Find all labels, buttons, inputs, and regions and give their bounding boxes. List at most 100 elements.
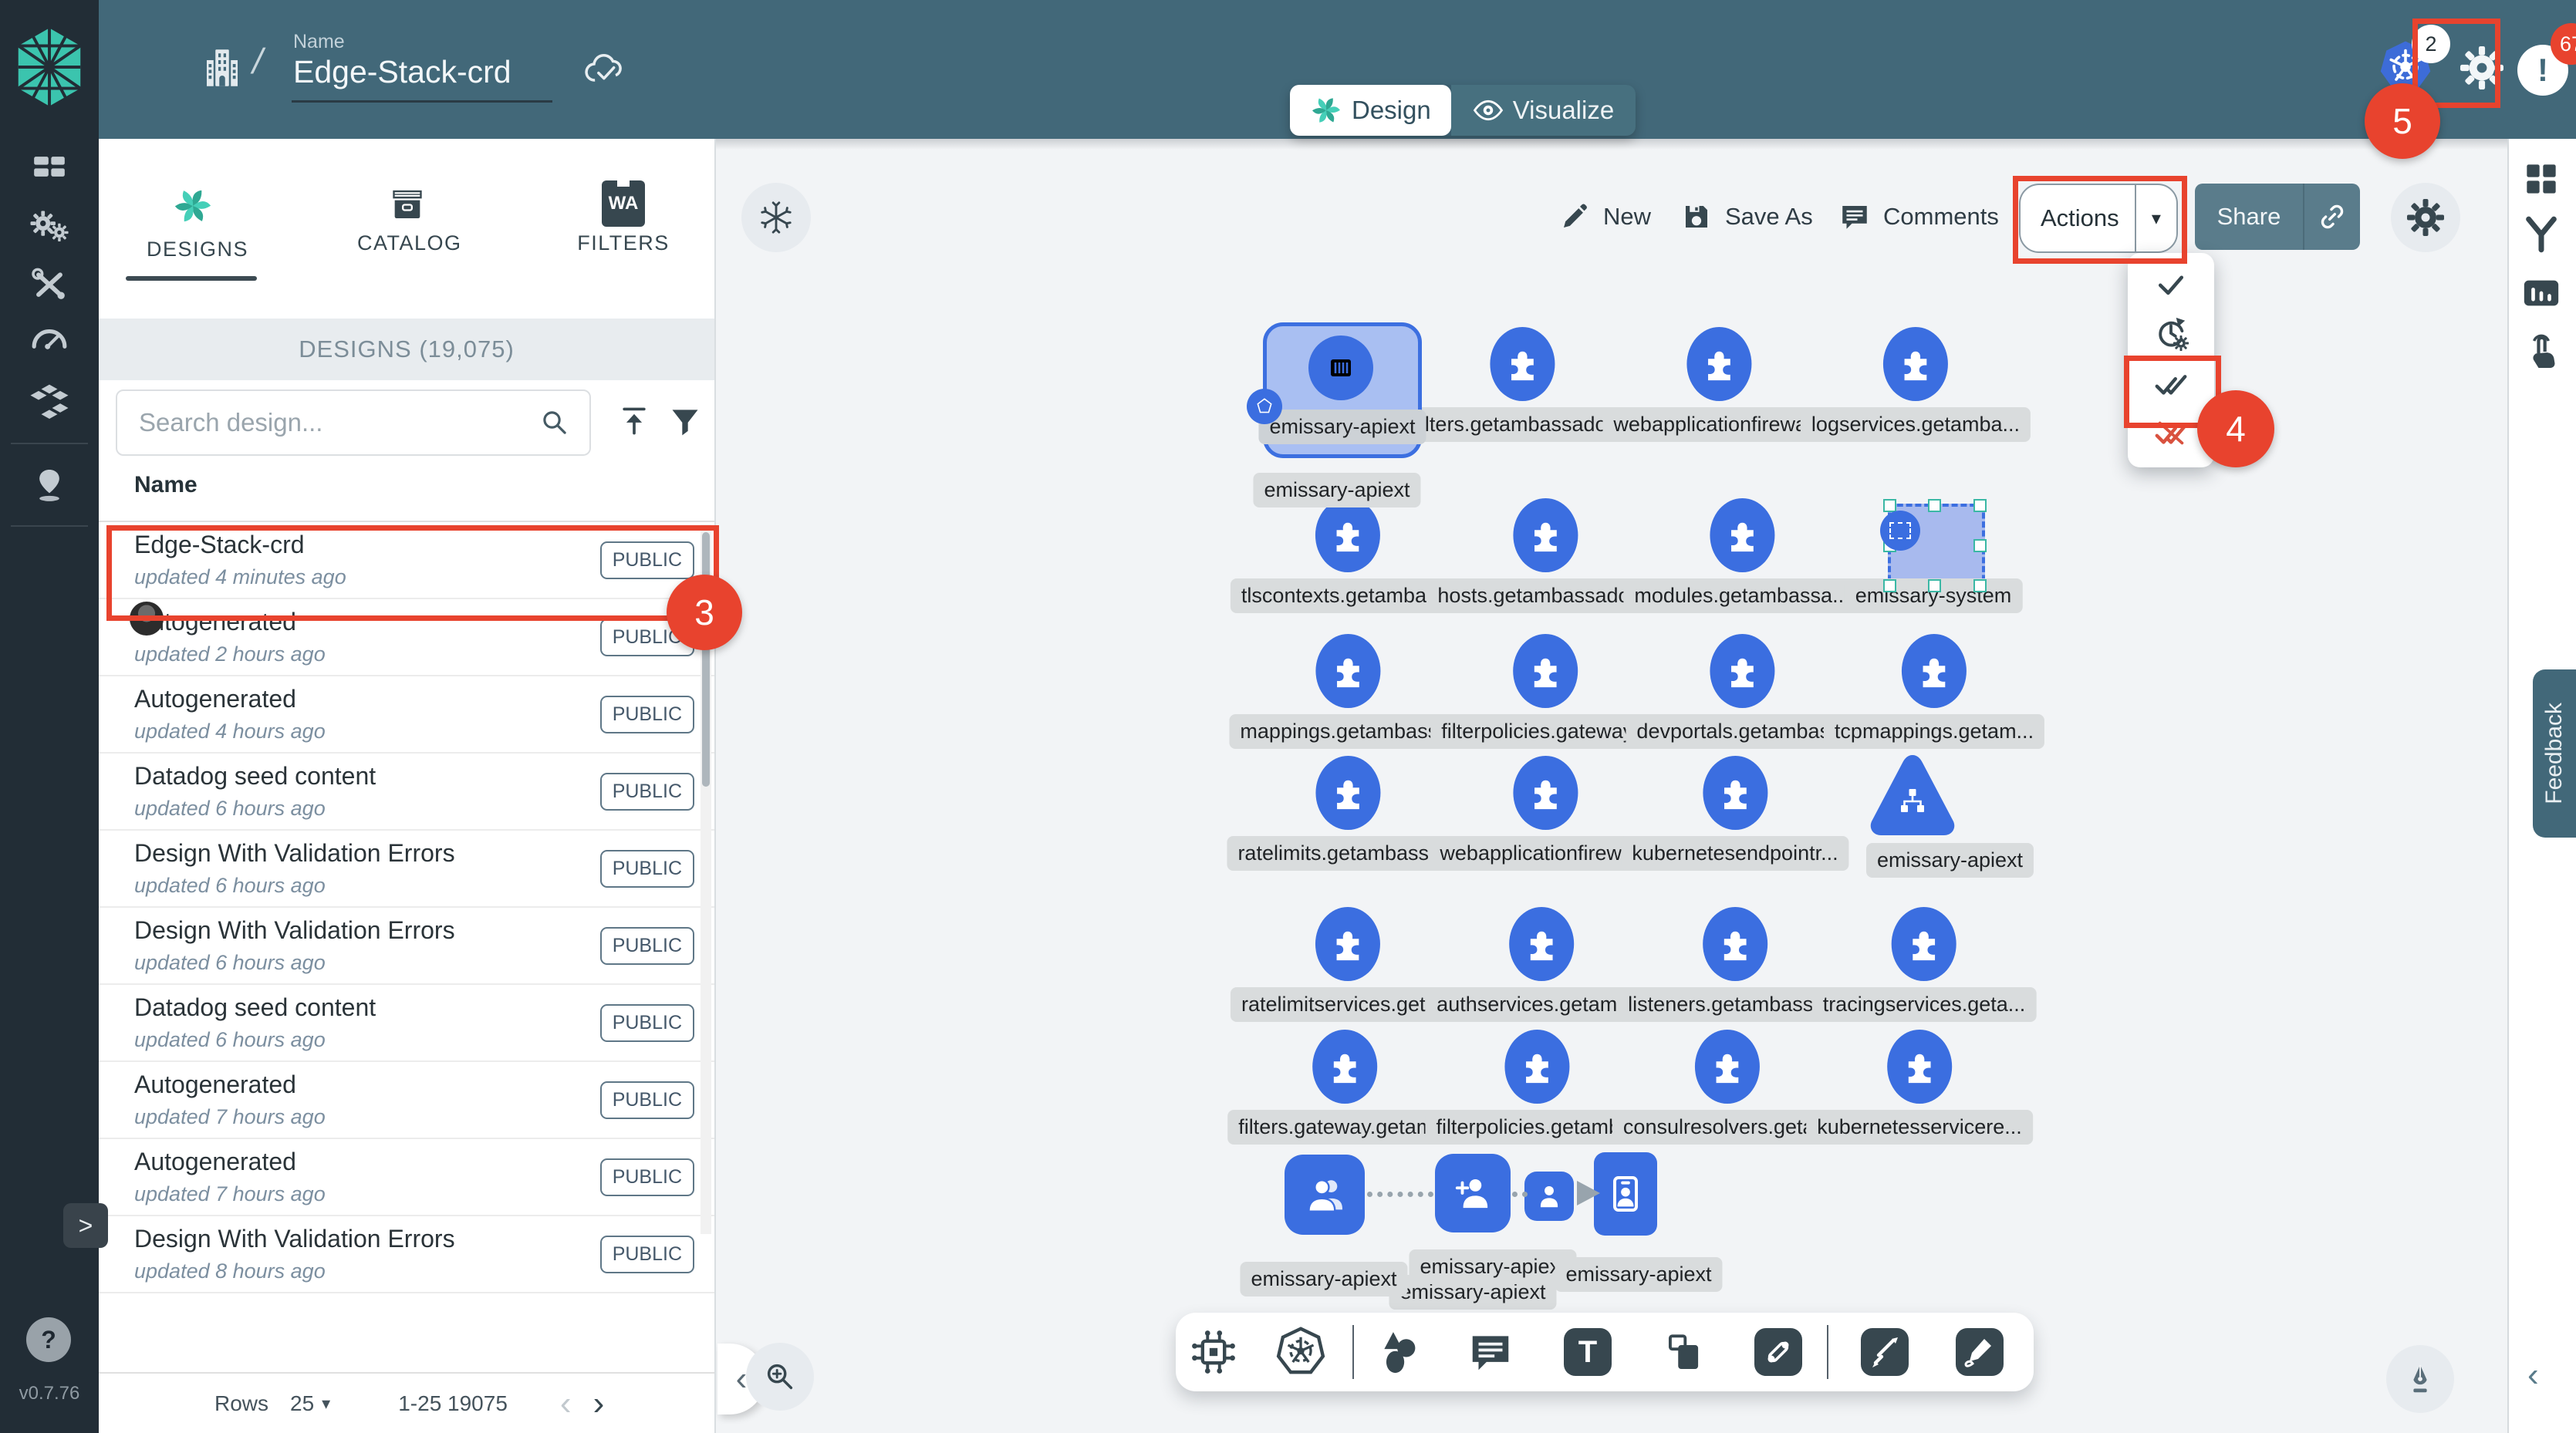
crd-node[interactable]: tcpmappings.getam...: [1824, 634, 2044, 749]
crd-node-shape[interactable]: [1312, 1030, 1377, 1104]
share-split-button[interactable]: Share: [2195, 184, 2360, 250]
organization-icon[interactable]: [199, 45, 245, 91]
save-as-button[interactable]: Save As: [1680, 184, 1813, 250]
resize-handle[interactable]: [1973, 579, 1987, 592]
dock-collapse-button[interactable]: ‹: [2527, 1356, 2539, 1394]
crd-node-shape[interactable]: [1703, 756, 1767, 830]
drawing-mode-button[interactable]: [2386, 1345, 2454, 1413]
design-list-item[interactable]: Design With Validation Errors updated 8 …: [99, 1216, 714, 1293]
help-button[interactable]: ?: [26, 1317, 71, 1362]
resize-handle[interactable]: [1928, 579, 1941, 592]
crd-node-shape[interactable]: [1695, 1030, 1760, 1104]
node-role-binding[interactable]: [1435, 1154, 1511, 1232]
crd-node-shape[interactable]: [1315, 634, 1380, 708]
dashed-rect-icon: [1889, 522, 1911, 539]
design-list-item[interactable]: Autogenerated updated 7 hours ago PUBLIC: [99, 1062, 714, 1139]
tool-text[interactable]: T: [1564, 1328, 1612, 1376]
crd-node[interactable]: kubernetesendpointr...: [1621, 756, 1848, 871]
tool-link[interactable]: [1754, 1328, 1802, 1376]
dock-panels-button[interactable]: [2520, 157, 2563, 201]
dock-relationships-button[interactable]: [2520, 213, 2563, 256]
crd-node-shape[interactable]: [1686, 327, 1751, 401]
menu-item-validate[interactable]: [2128, 259, 2214, 309]
new-design-button[interactable]: New: [1558, 184, 1651, 250]
filter-list-button[interactable]: [668, 404, 702, 438]
tab-design[interactable]: Design: [1290, 85, 1451, 136]
sidebar-item-performance[interactable]: [28, 318, 71, 361]
crd-node[interactable]: modules.getambassa...: [1623, 498, 1860, 613]
prev-page-button[interactable]: ‹: [560, 1384, 572, 1423]
triangle-node-emissary-apiext[interactable]: emissary-apiext: [1866, 752, 2034, 878]
menu-item-dry-run[interactable]: [2128, 309, 2214, 358]
crd-node-shape[interactable]: [1513, 634, 1578, 708]
crd-node-shape[interactable]: [1490, 327, 1555, 401]
crd-node-shape[interactable]: [1710, 498, 1774, 572]
crd-node-shape[interactable]: [1315, 907, 1380, 981]
search-design-input[interactable]: Search design...: [116, 389, 591, 456]
cloud-sync-icon[interactable]: [583, 48, 626, 91]
design-list-item[interactable]: Datadog seed content updated 6 hours ago…: [99, 985, 714, 1062]
crd-node[interactable]: tracingservices.geta...: [1812, 907, 2037, 1022]
rows-per-page-select[interactable]: 25 ▾: [290, 1391, 330, 1416]
sidebar-item-extensions[interactable]: [28, 381, 71, 424]
crd-node-shape[interactable]: [1315, 756, 1380, 830]
canvas-preferences-button[interactable]: [2391, 183, 2460, 252]
zoom-in-button[interactable]: [746, 1343, 814, 1411]
resize-handle[interactable]: [1883, 579, 1896, 592]
crd-node-shape[interactable]: [1902, 634, 1967, 708]
comments-button[interactable]: Comments: [1838, 184, 1999, 250]
crd-node-shape[interactable]: [1513, 498, 1578, 572]
dock-analytics-button[interactable]: [2520, 271, 2563, 315]
resize-handle[interactable]: [1928, 499, 1941, 512]
next-page-button[interactable]: ›: [593, 1384, 605, 1423]
sidebar-item-mesh-location[interactable]: [28, 464, 71, 507]
design-list-item[interactable]: Design With Validation Errors updated 6 …: [99, 831, 714, 908]
feedback-tab[interactable]: Feedback: [2533, 669, 2576, 838]
crd-node-shape[interactable]: [1887, 1030, 1952, 1104]
sidebar-expand-button[interactable]: >: [63, 1203, 108, 1248]
copy-link-icon[interactable]: [2317, 201, 2348, 232]
tool-notes[interactable]: [1660, 1328, 1708, 1376]
crd-node[interactable]: kubernetesservicere...: [1806, 1030, 2033, 1145]
node-serviceaccount[interactable]: [1524, 1172, 1574, 1221]
design-name-input[interactable]: Edge-Stack-crd: [293, 54, 511, 90]
resize-handle[interactable]: [1883, 499, 1896, 512]
tool-sketch-pen[interactable]: [1956, 1328, 2004, 1376]
dock-interaction-button[interactable]: [2520, 330, 2563, 373]
design-list-item[interactable]: Design With Validation Errors updated 6 …: [99, 908, 714, 985]
meshery-logo[interactable]: [14, 26, 85, 108]
crd-node-shape[interactable]: [1504, 1030, 1569, 1104]
crd-node-shape[interactable]: [1710, 634, 1774, 708]
node-connection-handle[interactable]: [1247, 389, 1282, 424]
panel-tab-designs[interactable]: DESIGNS: [147, 185, 239, 261]
crd-node-shape[interactable]: [1892, 907, 1956, 981]
resize-handle[interactable]: [1973, 539, 1987, 552]
tool-edge-pen[interactable]: [1861, 1328, 1909, 1376]
panel-tab-catalog[interactable]: CATALOG: [357, 180, 457, 255]
canvas-settings-button[interactable]: [741, 183, 811, 252]
sidebar-item-configuration[interactable]: [28, 262, 71, 305]
crd-node-shape[interactable]: [1883, 327, 1948, 401]
crd-node-shape[interactable]: [1315, 498, 1380, 572]
design-list-item[interactable]: Datadog seed content updated 6 hours ago…: [99, 754, 714, 831]
crd-node-shape[interactable]: [1509, 907, 1574, 981]
tool-components[interactable]: [1190, 1328, 1237, 1376]
tool-comment[interactable]: [1467, 1328, 1514, 1376]
import-design-button[interactable]: [617, 404, 651, 438]
crd-node-shape[interactable]: [1513, 756, 1578, 830]
sidebar-item-dashboard[interactable]: [28, 145, 71, 188]
tool-shapes[interactable]: [1376, 1328, 1424, 1376]
node-role[interactable]: [1594, 1152, 1657, 1236]
resize-handle[interactable]: [1973, 499, 1987, 512]
tab-visualize[interactable]: Visualize: [1451, 85, 1636, 136]
design-list-item[interactable]: Autogenerated updated 4 hours ago PUBLIC: [99, 676, 714, 754]
node-serviceaccount-group[interactable]: [1285, 1155, 1365, 1235]
search-icon[interactable]: [538, 406, 571, 439]
design-list-item[interactable]: Autogenerated updated 7 hours ago PUBLIC: [99, 1139, 714, 1216]
crd-node-shape[interactable]: [1703, 907, 1767, 981]
tool-kubernetes[interactable]: [1275, 1327, 1326, 1377]
selected-node-emissary-apiext[interactable]: emissary-apiext: [1263, 322, 1422, 458]
sidebar-item-lifecycle[interactable]: [28, 204, 71, 247]
crd-node[interactable]: logservices.getamba...: [1801, 327, 2031, 442]
panel-tab-filters[interactable]: WA FILTERS: [573, 180, 674, 255]
